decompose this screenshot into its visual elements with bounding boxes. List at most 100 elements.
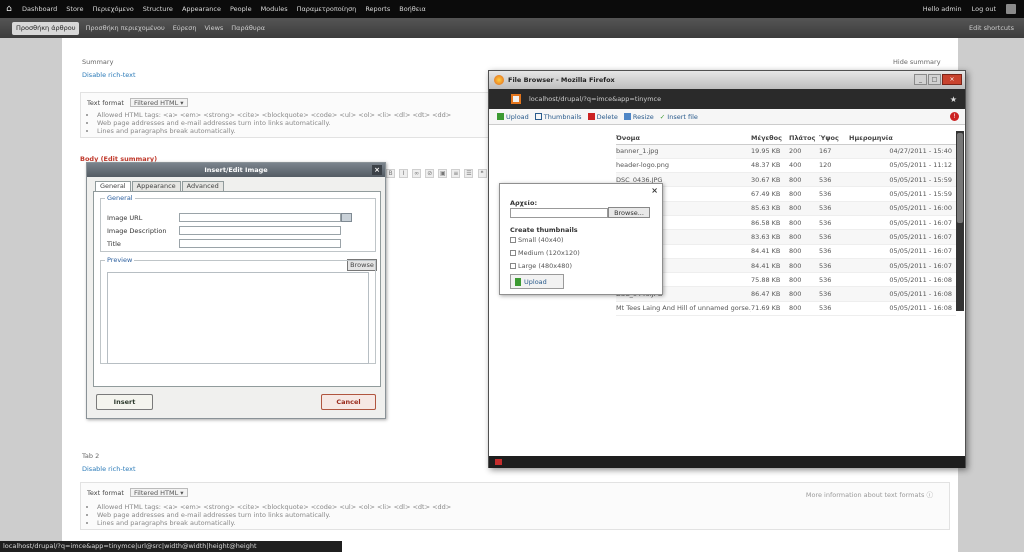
column-height[interactable]: Ύψος: [819, 133, 849, 145]
delete-button[interactable]: Delete: [587, 112, 618, 121]
menu-item-structure[interactable]: Structure: [143, 5, 173, 13]
address-url: localhost/drupal/?q=imce&app=tinymce: [529, 95, 662, 103]
thumb-medium-checkbox[interactable]: Medium (120x120): [510, 249, 580, 257]
browse-icon[interactable]: [341, 213, 352, 222]
column-name[interactable]: Όνομα: [616, 133, 751, 145]
address-bar[interactable]: localhost/drupal/?q=imce&app=tinymce ★: [489, 89, 965, 109]
shortcut-active[interactable]: Προσθήκη άρθρου: [12, 21, 80, 35]
blockquote-icon[interactable]: ❝: [477, 169, 487, 178]
image-description-input[interactable]: [179, 226, 341, 235]
title-input[interactable]: [179, 239, 341, 248]
image-url-input[interactable]: [179, 213, 341, 222]
shortcut-find[interactable]: Εύρεση: [173, 24, 197, 32]
more-info-link[interactable]: More information about text formats ⓘ: [806, 489, 933, 499]
disable-rich-text-link-2[interactable]: Disable rich-text: [82, 465, 136, 473]
menu-item-dashboard[interactable]: Dashboard: [22, 5, 57, 13]
dialog-panel: General Image URL Image Description Titl…: [93, 191, 381, 387]
file-row[interactable]: DSC_0441.JPG84.41 KB80053605/05/2011 - 1…: [616, 244, 956, 259]
column-width[interactable]: Πλάτος: [789, 133, 819, 145]
close-popup-icon[interactable]: ×: [651, 186, 658, 195]
toggle-shortcuts-icon[interactable]: [1006, 4, 1016, 14]
admin-menu: Dashboard Store Περιεχόμενο Structure Ap…: [22, 5, 426, 13]
scrollbar[interactable]: [956, 131, 964, 311]
file-row[interactable]: DSC_0438.JPG85.63 KB80053605/05/2011 - 1…: [616, 201, 956, 216]
image-icon[interactable]: ▣: [438, 169, 448, 178]
dialog-title: Insert/Edit Image: [204, 166, 268, 174]
file-row[interactable]: DSC_0436.JPG 30.67 KB 800 536 05/05/2011 - 1…: [616, 172, 956, 188]
file-input[interactable]: [510, 208, 608, 218]
scrollbar-thumb[interactable]: [957, 133, 963, 223]
insert-button[interactable]: Insert: [96, 394, 153, 410]
link-icon[interactable]: ∞: [412, 169, 422, 178]
file-row[interactable]: banner_1.jpg 19.95 KB 200 167 04/27/2011 - 1…: [616, 144, 956, 159]
column-date[interactable]: Ημερομηνία: [849, 133, 956, 145]
tab-appearance[interactable]: Appearance: [131, 181, 181, 191]
tab-advanced[interactable]: Advanced: [181, 181, 224, 191]
close-icon[interactable]: ×: [372, 165, 382, 175]
minimize-icon[interactable]: _: [914, 74, 927, 85]
file-width-cell: 800: [789, 201, 819, 216]
menu-item-people[interactable]: People: [230, 5, 252, 13]
numbered-list-icon[interactable]: ☰: [464, 169, 474, 178]
file-row[interactable]: DSC_0439.JPG86.58 KB80053605/05/2011 - 1…: [616, 215, 956, 231]
greeting[interactable]: Hello admin: [923, 5, 962, 13]
shortcut-views[interactable]: Views: [204, 24, 223, 32]
file-size-cell: 84.41 KB: [751, 244, 789, 259]
file-date-cell: 05/05/2011 - 16:08: [849, 286, 956, 302]
text-format-select[interactable]: Filtered HTML ▾: [129, 98, 188, 107]
info-icon[interactable]: !: [950, 112, 959, 121]
file-width-cell: 400: [789, 158, 819, 174]
disable-rich-text-link[interactable]: Disable rich-text: [82, 71, 136, 79]
resize-button[interactable]: Resize: [623, 112, 654, 121]
file-row[interactable]: DSC_0444.JPG75.88 KB80053605/05/2011 - 1…: [616, 272, 956, 288]
imce-toolbar: Upload Thumbnails Delete Resize ✓ Insert…: [489, 109, 965, 125]
file-row[interactable]: DSC_0443.JPG84.41 KB80053605/05/2011 - 1…: [616, 258, 956, 274]
file-row[interactable]: header-logo.png 48.37 KB 400 120 05/05/2011 …: [616, 158, 956, 174]
edit-shortcuts-link[interactable]: Edit shortcuts: [969, 18, 1014, 38]
window-titlebar[interactable]: File Browser - Mozilla Firefox _ □ ×: [489, 71, 965, 89]
menu-item-reports[interactable]: Reports: [365, 5, 390, 13]
home-icon[interactable]: ⌂: [0, 4, 18, 14]
addon-icon[interactable]: [495, 459, 502, 465]
file-row[interactable]: Mt Tees Laing And Hill of unnamed gorse.…: [616, 301, 956, 317]
upload-button[interactable]: Upload: [497, 112, 529, 121]
filter-tip: Lines and paragraphs break automatically…: [97, 127, 451, 135]
file-row[interactable]: DSC_0437.JPG67.49 KB80053605/05/2011 - 1…: [616, 186, 956, 202]
thumb-large-checkbox[interactable]: Large (480x480): [510, 262, 572, 270]
file-name-cell: Mt Tees Laing And Hill of unnamed gorse.…: [616, 301, 751, 317]
bold-icon[interactable]: B: [386, 169, 395, 178]
insert-file-button[interactable]: ✓ Insert file: [660, 113, 698, 121]
menu-item-modules[interactable]: Modules: [261, 5, 288, 13]
bookmark-star-icon[interactable]: ★: [950, 95, 957, 104]
menu-item-appearance[interactable]: Appearance: [182, 5, 221, 13]
file-date-cell: 05/05/2011 - 16:08: [849, 272, 956, 288]
dialog-titlebar[interactable]: Insert/Edit Image ×: [87, 163, 385, 177]
unlink-icon[interactable]: ⊘: [425, 169, 435, 178]
shortcut-add-content[interactable]: Προσθήκη περιεχομένου: [85, 24, 164, 32]
italic-icon[interactable]: I: [399, 169, 409, 178]
menu-item-help[interactable]: Βοήθεια: [399, 5, 426, 13]
thumb-small-checkbox[interactable]: Small (40x40): [510, 236, 564, 244]
thumbnails-button[interactable]: Thumbnails: [534, 112, 582, 121]
file-date-cell: 05/05/2011 - 16:07: [849, 215, 956, 231]
cancel-button[interactable]: Cancel: [321, 394, 376, 410]
column-size[interactable]: Μέγεθος: [751, 133, 789, 145]
file-row[interactable]: DSC_0440.JPG83.63 KB80053605/05/2011 - 1…: [616, 229, 956, 245]
text-format-select[interactable]: Filtered HTML ▾: [129, 488, 188, 497]
menu-item-store[interactable]: Store: [66, 5, 83, 13]
upload-submit-button[interactable]: Upload: [510, 274, 564, 289]
tab-general[interactable]: General: [95, 181, 131, 191]
maximize-icon[interactable]: □: [928, 74, 941, 85]
shortcut-blocks[interactable]: Παράθυρα: [231, 24, 265, 32]
menu-item-configuration[interactable]: Παραμετροποίηση: [297, 5, 357, 13]
file-row[interactable]: DSC_0446.JPG86.47 KB80053605/05/2011 - 1…: [616, 286, 956, 302]
bullet-list-icon[interactable]: ≡: [451, 169, 461, 178]
file-height-cell: 536: [819, 229, 849, 245]
browse-button[interactable]: Browse...: [608, 207, 650, 218]
logout-link[interactable]: Log out: [972, 5, 996, 13]
file-label: Αρχείο:: [510, 199, 538, 207]
menu-item-content[interactable]: Περιεχόμενο: [92, 5, 133, 13]
hide-summary-link[interactable]: Hide summary: [893, 58, 941, 66]
window-title: File Browser - Mozilla Firefox: [508, 76, 615, 84]
close-window-icon[interactable]: ×: [942, 74, 962, 85]
